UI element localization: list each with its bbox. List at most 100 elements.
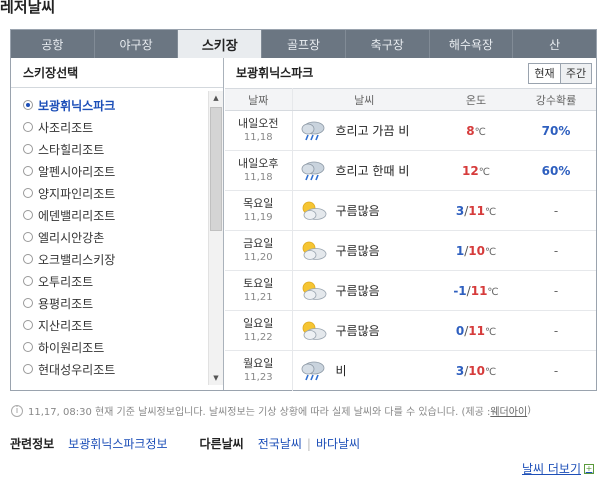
resort-item[interactable]: 보광휘닉스파크 (11, 94, 208, 116)
radio-icon[interactable] (23, 232, 33, 242)
temp-unit: ℃ (484, 206, 497, 218)
tab-2[interactable]: 스키장 (178, 30, 263, 58)
radio-icon[interactable] (23, 254, 33, 264)
resort-label: 에덴밸리리조트 (38, 208, 116, 223)
temp-high: 11 (468, 323, 485, 338)
temp-high: 11 (468, 203, 485, 218)
scroll-up-arrow-icon[interactable]: ▲ (209, 91, 223, 105)
national-weather-link[interactable]: 전국날씨 (258, 435, 302, 452)
day-name: 토요일 (243, 277, 274, 290)
forecast-header-row: 날짜 날씨 온도 강수확률 (225, 88, 596, 111)
rain-probability: 70% (541, 123, 571, 138)
leisure-weather-widget: 공항 야구장 스키장 골프장 축구장 해수욕장 산 스키장선택 보광휘닉스파크 사조리조트 스타… (10, 29, 597, 391)
forecast-row: 토요일 11,21 구름많음 -1/11℃ - (225, 270, 596, 311)
resort-item[interactable]: 하이원리조트 (11, 336, 208, 358)
forecast-table: 날짜 날씨 온도 강수확률 내일오전 11,18 흐리고 가끔 비 8℃ 70% 내일오후… (225, 88, 596, 391)
day-name: 목요일 (243, 197, 274, 210)
resort-item[interactable]: 현대성우리조트 (11, 358, 208, 380)
sun-cloud-icon (298, 279, 328, 303)
radio-icon[interactable] (23, 144, 33, 154)
radio-icon[interactable] (23, 210, 33, 220)
forecast-row: 일요일 11,22 구름많음 0/11℃ - (225, 310, 596, 351)
tab-5[interactable]: 해수욕장 (430, 30, 514, 58)
column-header-weather: 날씨 (292, 88, 436, 111)
forecast-day-cell: 내일오전 11,18 (225, 110, 293, 151)
forecast-day-cell: 목요일 11,19 (225, 190, 293, 231)
forecast-temp-cell: 1/10℃ (436, 230, 516, 271)
forecast-row: 내일오후 11,18 흐리고 한때 비 12℃ 60% (225, 150, 596, 191)
temp-high: 8 (466, 123, 475, 138)
resort-item[interactable]: 오투리조트 (11, 270, 208, 292)
resort-item[interactable]: 알펜시아리조트 (11, 160, 208, 182)
weather-text: 흐리고 가끔 비 (335, 124, 410, 138)
more-weather-link[interactable]: 날씨 더보기 + (522, 460, 594, 477)
weather-text: 구름많음 (335, 284, 380, 298)
scroll-thumb[interactable] (210, 107, 222, 231)
forecast-temp-cell: 12℃ (436, 150, 516, 191)
resort-info-link[interactable]: 보광휘닉스파크정보 (68, 435, 167, 452)
forecast-row: 월요일 11,23 비 3/10℃ - (225, 350, 596, 391)
radio-icon[interactable] (23, 122, 33, 132)
provider-link[interactable]: 웨더아이 (490, 403, 527, 418)
weather-text: 구름많음 (335, 324, 380, 338)
forecast-weather-cell: 흐리고 한때 비 (292, 150, 436, 191)
scroll-down-arrow-icon[interactable]: ▼ (209, 371, 223, 385)
temp-unit: ℃ (474, 126, 486, 138)
notice-close: ) (527, 405, 532, 416)
tab-1[interactable]: 야구장 (95, 30, 179, 58)
radio-icon[interactable] (23, 188, 33, 198)
resort-item[interactable]: 지산리조트 (11, 314, 208, 336)
forecast-rain-cell: 70% (516, 110, 596, 151)
forecast-day-cell: 일요일 11,22 (225, 310, 293, 351)
resort-item[interactable]: 에덴밸리리조트 (11, 204, 208, 226)
resort-item[interactable]: 양지파인리조트 (11, 182, 208, 204)
tab-6[interactable]: 산 (513, 30, 596, 58)
other-weather-title: 다른날씨 (199, 437, 244, 451)
temp-high: 10 (468, 243, 485, 258)
forecast-rain-cell: 60% (516, 150, 596, 191)
tab-3[interactable]: 골프장 (262, 30, 346, 58)
tab-0[interactable]: 공항 (11, 30, 95, 58)
resort-label: 현대성우리조트 (38, 362, 116, 377)
radio-icon[interactable] (23, 364, 33, 374)
resort-item[interactable]: 엘리시안강촌 (11, 226, 208, 248)
marine-weather-link[interactable]: 바다날씨 (316, 435, 360, 452)
current-view-button[interactable]: 현재 (529, 64, 560, 83)
radio-icon[interactable] (23, 100, 33, 110)
resort-label: 보광휘닉스파크 (38, 98, 116, 113)
rain-probability: - (553, 363, 559, 378)
resort-list: 보광휘닉스파크사조리조트스타힐리조트알펜시아리조트양지파인리조트에덴밸리리조트엘… (11, 94, 208, 380)
resort-label: 용평리조트 (38, 296, 94, 311)
forecast-weather-cell: 구름많음 (292, 190, 436, 231)
related-info-title: 관련정보 (10, 437, 55, 451)
radio-icon[interactable] (23, 320, 33, 330)
day-date: 11,21 (243, 292, 273, 303)
resort-item[interactable]: 사조리조트 (11, 116, 208, 138)
sun-cloud-icon (298, 319, 328, 343)
resort-label: 스타힐리조트 (38, 142, 105, 157)
forecast-day-cell: 토요일 11,21 (225, 270, 293, 311)
forecast-rain-cell: - (516, 351, 596, 391)
forecast-rain-cell: - (516, 310, 596, 351)
radio-icon[interactable] (23, 342, 33, 352)
resort-item[interactable]: 스타힐리조트 (11, 138, 208, 160)
day-date: 11,18 (243, 132, 273, 143)
resort-title: 보광휘닉스파크 (236, 66, 314, 80)
resort-item[interactable]: 용평리조트 (11, 292, 208, 314)
rain-cloud-icon (298, 359, 328, 383)
radio-icon[interactable] (23, 166, 33, 176)
resort-item[interactable]: 오크밸리스키장 (11, 248, 208, 270)
weekly-view-button[interactable]: 주간 (560, 64, 591, 83)
tab-4[interactable]: 축구장 (346, 30, 430, 58)
radio-icon[interactable] (23, 298, 33, 308)
radio-icon[interactable] (23, 276, 33, 286)
resort-scrollbar[interactable]: ▲ ▼ (208, 91, 223, 385)
column-header-date: 날짜 (225, 88, 293, 111)
resort-label: 알펜시아리조트 (38, 164, 116, 179)
forecast-weather-cell: 비 (292, 351, 436, 391)
forecast-temp-cell: 0/11℃ (436, 310, 516, 351)
resort-label: 하이원리조트 (38, 340, 105, 355)
resort-label: 엘리시안강촌 (38, 230, 105, 245)
forecast-rain-cell: - (516, 270, 596, 311)
resort-sidebar: 스키장선택 보광휘닉스파크 사조리조트 스타힐리조트 알펜시아리조트 양지파인리조트 에덴… (11, 58, 224, 390)
